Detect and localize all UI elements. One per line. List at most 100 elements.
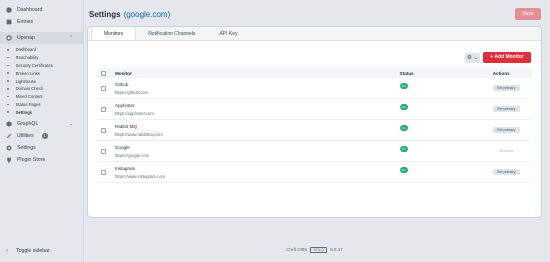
toggle-sidebar-button[interactable]: ‹ Toggle sidebar bbox=[6, 248, 50, 254]
gauge-icon bbox=[6, 7, 12, 13]
settings-panel: Monitors Notification Channels API Key ⚙… bbox=[88, 27, 541, 217]
monitor-cell: Instagram https://www.instagram.com bbox=[115, 166, 400, 179]
tab-api-key[interactable]: API Key bbox=[207, 27, 249, 40]
nav-dashboard[interactable]: Dashboard bbox=[0, 4, 83, 16]
sub-item-status-pages[interactable]: Status Pages bbox=[0, 101, 83, 109]
sub-item-mixed-content[interactable]: Mixed Content bbox=[0, 93, 83, 101]
tab-bar: Monitors Notification Channels API Key bbox=[88, 27, 541, 41]
table-row: Google https://google.com On Selected bbox=[97, 141, 532, 162]
sub-item-dashboard[interactable]: Dashboard bbox=[0, 46, 83, 54]
table-row: Instagram https://www.instagram.com On S… bbox=[97, 162, 532, 183]
nav-upsnap[interactable]: Upsnap ⌃ bbox=[0, 32, 83, 44]
monitor-url: https://github.com bbox=[114, 89, 148, 95]
monitor-cell: Appfoster https://appfoster.com bbox=[115, 103, 400, 116]
row-checkbox[interactable] bbox=[101, 148, 106, 154]
sidebar: Dashboard Entries Upsnap ⌃ Dashboard Rea… bbox=[0, 0, 84, 262]
page-title: Settings (google.com) bbox=[89, 10, 171, 19]
set-primary-button[interactable]: Set primary bbox=[492, 85, 520, 91]
cms-name: Craft CMS bbox=[286, 247, 308, 252]
row-checkbox[interactable] bbox=[101, 169, 106, 175]
nav-entries[interactable]: Entries bbox=[0, 16, 83, 28]
monitor-cell: Github https://github.com bbox=[115, 82, 400, 95]
monitor-url: https://appfoster.com bbox=[114, 110, 154, 116]
edition-badge: SOLO bbox=[310, 247, 328, 253]
monitor-url: https://www.instagram.com bbox=[114, 173, 165, 179]
tab-monitors[interactable]: Monitors bbox=[91, 27, 137, 40]
table-row: Appfoster https://appfoster.com On Set p… bbox=[97, 99, 532, 120]
nav-label: Upsnap bbox=[17, 35, 35, 41]
monitor-cell: Rabbit MQ https://www.rabbitmq.com bbox=[115, 124, 400, 137]
nav-label: GraphQL bbox=[17, 121, 39, 128]
set-primary-button[interactable]: Set primary bbox=[492, 106, 520, 112]
chevron-up-icon[interactable]: ⌃ bbox=[69, 35, 73, 41]
nav-graphql[interactable]: GraphQL ⌄ bbox=[0, 118, 83, 130]
save-button[interactable]: Save bbox=[515, 8, 541, 20]
monitor-name[interactable]: Rabbit MQ bbox=[115, 124, 400, 129]
nav-label: Dashboard bbox=[17, 7, 43, 13]
sub-item-domain-check[interactable]: Domain Check bbox=[0, 85, 83, 93]
table-row: Rabbit MQ https://www.rabbitmq.com On Se… bbox=[97, 120, 532, 141]
bullet-icon bbox=[7, 72, 9, 75]
table-row: Github https://github.com On Set primary bbox=[97, 78, 532, 99]
monitor-name[interactable]: Instagram bbox=[115, 166, 400, 171]
nav-plugin-store[interactable]: Plugin Store bbox=[0, 154, 83, 166]
nav-utilities[interactable]: Utilities 1 bbox=[0, 130, 83, 142]
set-primary-button[interactable]: Set primary bbox=[492, 127, 520, 133]
upsnap-icon bbox=[6, 35, 12, 41]
row-checkbox[interactable] bbox=[101, 85, 106, 91]
entries-icon bbox=[6, 19, 12, 25]
bullet-icon bbox=[7, 56, 9, 59]
sub-item-broken-links[interactable]: Broken Links bbox=[0, 69, 83, 77]
status-badge: On bbox=[399, 82, 408, 89]
main-content: Settings (google.com) Save Monitors Notif… bbox=[88, 0, 550, 262]
nav-label: Plugin Store bbox=[17, 157, 46, 164]
graphql-icon bbox=[6, 121, 12, 127]
utilities-badge: 1 bbox=[41, 133, 48, 140]
wrench-icon bbox=[6, 133, 12, 139]
status-badge: On bbox=[399, 145, 408, 152]
monitor-url: https://google.com bbox=[114, 152, 150, 158]
column-header-monitor: Monitor bbox=[114, 70, 132, 76]
set-primary-button[interactable]: Set primary bbox=[492, 169, 520, 175]
bullet-icon bbox=[7, 111, 9, 114]
monitor-url: https://www.rabbitmq.com bbox=[114, 131, 163, 137]
row-checkbox[interactable] bbox=[101, 106, 106, 112]
bullet-icon bbox=[7, 49, 9, 51]
row-checkbox[interactable] bbox=[101, 127, 106, 133]
gear-icon bbox=[6, 145, 12, 151]
gear-menu-button[interactable]: ⚙ ⌄ bbox=[465, 52, 480, 63]
monitor-name[interactable]: Github bbox=[115, 82, 400, 87]
sub-item-lighthouse[interactable]: Lighthouse bbox=[0, 77, 83, 85]
footer: Craft CMS SOLO 5.8.17 bbox=[88, 247, 541, 253]
bullet-icon bbox=[7, 88, 9, 90]
sub-item-settings[interactable]: Settings bbox=[0, 108, 83, 116]
monitor-name[interactable]: Appfoster bbox=[115, 103, 400, 108]
table-header: Monitor Status Actions bbox=[97, 68, 532, 78]
monitor-name[interactable]: Google bbox=[115, 145, 400, 150]
monitor-cell: Google https://google.com bbox=[115, 145, 400, 158]
nav-label: Utilities bbox=[17, 133, 34, 140]
sub-item-reachability[interactable]: Reachability bbox=[0, 54, 83, 62]
status-badge: On bbox=[399, 103, 408, 110]
add-monitor-button[interactable]: + Add Monitor bbox=[483, 52, 531, 63]
bullet-icon bbox=[7, 64, 9, 67]
chevron-left-icon: ‹ bbox=[6, 248, 8, 254]
monitor-toolbar: ⚙ ⌄ + Add Monitor bbox=[465, 52, 531, 63]
status-badge: On bbox=[399, 166, 408, 173]
bullet-icon bbox=[7, 95, 9, 98]
status-badge: On bbox=[399, 124, 408, 131]
select-all-checkbox[interactable] bbox=[101, 70, 106, 76]
bullet-icon bbox=[7, 80, 9, 82]
chevron-down-icon[interactable]: ⌄ bbox=[69, 121, 73, 127]
tab-notification-channels[interactable]: Notification Channels bbox=[136, 27, 207, 40]
monitors-table: Monitor Status Actions Github https://gi… bbox=[97, 68, 532, 183]
column-header-actions: Actions bbox=[492, 70, 510, 76]
cms-version: 5.8.17 bbox=[330, 247, 343, 252]
nav-label: Entries bbox=[17, 19, 34, 25]
bullet-icon bbox=[7, 103, 9, 106]
plug-icon bbox=[6, 157, 12, 164]
sub-item-security-certificates[interactable]: Security Certificates bbox=[0, 62, 83, 70]
nav-settings[interactable]: Settings bbox=[0, 142, 83, 154]
site-link[interactable]: (google.com) bbox=[124, 10, 171, 19]
page-header: Settings (google.com) Save bbox=[88, 8, 550, 22]
